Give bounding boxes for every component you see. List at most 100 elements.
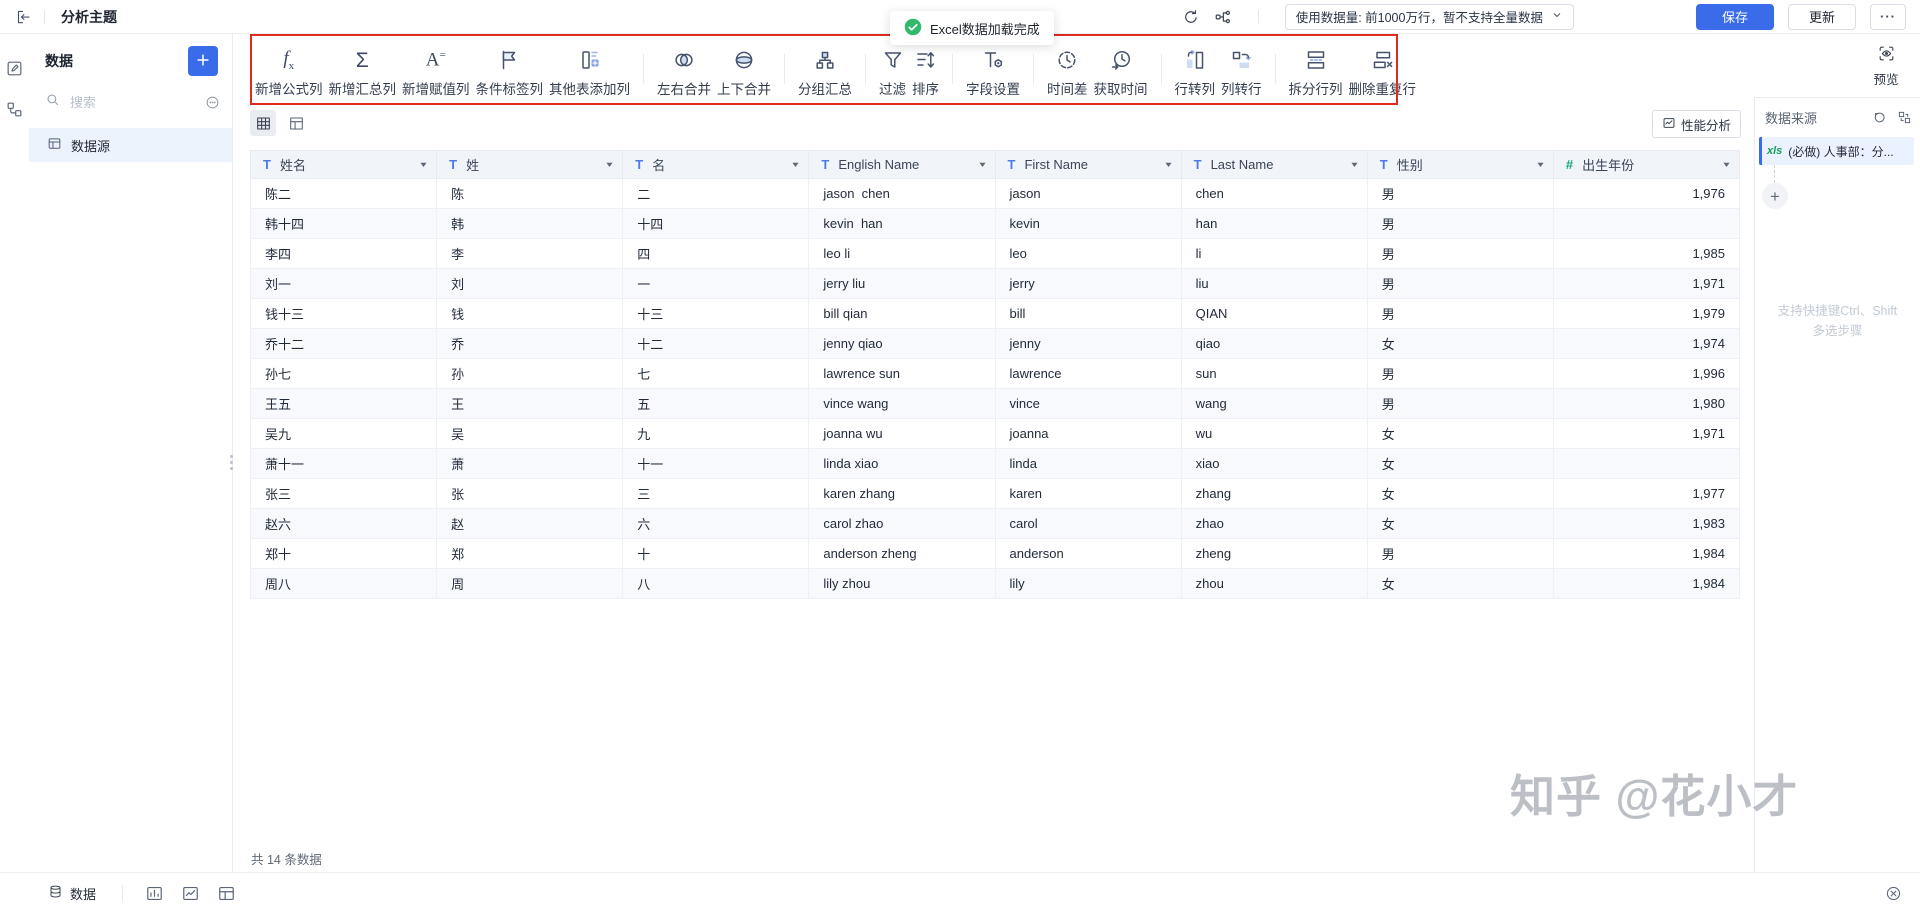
table-cell[interactable]: bill <box>994 298 1182 329</box>
column-header-8[interactable]: # 出生年份 <box>1552 150 1741 179</box>
table-cell[interactable]: vince <box>994 388 1182 419</box>
edit-panel-icon[interactable] <box>5 59 24 78</box>
table-cell[interactable]: jerry <box>994 268 1182 299</box>
table-cell[interactable]: zhou <box>1180 568 1368 599</box>
table-cell[interactable]: bill qian <box>808 298 996 329</box>
table-cell[interactable]: 周 <box>436 568 624 599</box>
table-cell[interactable]: 十二 <box>622 328 810 359</box>
table-cell[interactable]: kevin han <box>808 208 996 239</box>
table-cell[interactable]: jenny qiao <box>808 328 996 359</box>
table-cell[interactable]: 男 <box>1366 358 1554 389</box>
table-cell[interactable]: 十 <box>622 538 810 569</box>
column-header-5[interactable]: T First Name <box>994 150 1182 179</box>
column-menu-caret[interactable] <box>1536 160 1545 169</box>
table-cell[interactable]: 二 <box>622 178 810 209</box>
table-cell[interactable]: zheng <box>1180 538 1368 569</box>
search-input[interactable] <box>68 93 197 111</box>
table-cell[interactable]: wang <box>1180 388 1368 419</box>
table-cell[interactable]: 乔十二 <box>249 328 438 359</box>
column-menu-caret[interactable] <box>1722 160 1731 169</box>
table-cell[interactable]: jerry liu <box>808 268 996 299</box>
panel-resize-handle[interactable] <box>228 449 235 475</box>
column-menu-caret[interactable] <box>1350 160 1359 169</box>
performance-analysis-button[interactable]: 性能分析 <box>1652 110 1741 138</box>
column-header-6[interactable]: T Last Name <box>1180 150 1368 179</box>
table-cell[interactable]: 1,976 <box>1552 178 1741 209</box>
table-cell[interactable]: 男 <box>1366 298 1554 329</box>
table-cell[interactable]: carol zhao <box>808 508 996 539</box>
refresh-icon[interactable] <box>1182 8 1200 26</box>
table-cell[interactable]: 韩 <box>436 208 624 239</box>
toolbar-button-condition-tag-column[interactable]: 条件标签列 <box>476 46 543 98</box>
add-step-button[interactable]: + <box>1762 183 1788 209</box>
preview-button[interactable]: 预览 <box>1858 44 1914 88</box>
column-header-7[interactable]: T 性别 <box>1366 150 1554 179</box>
chart-frame-icon[interactable] <box>145 884 164 903</box>
table-cell[interactable]: 女 <box>1366 328 1554 359</box>
table-cell[interactable]: 孙七 <box>249 358 438 389</box>
table-cell[interactable]: 1,996 <box>1552 358 1741 389</box>
table-cell[interactable]: 韩十四 <box>249 208 438 239</box>
table-cell[interactable]: 刘一 <box>249 268 438 299</box>
table-cell[interactable]: wu <box>1180 418 1368 449</box>
table-cell[interactable]: anderson zheng <box>808 538 996 569</box>
table-cell[interactable]: 1,974 <box>1552 328 1741 359</box>
column-menu-caret[interactable] <box>978 160 987 169</box>
table-cell[interactable]: kevin <box>994 208 1182 239</box>
toolbar-button-join-up-down[interactable]: 上下合并 <box>717 46 771 98</box>
table-cell[interactable]: 李 <box>436 238 624 269</box>
toolbar-button-column-to-row[interactable]: 列转行 <box>1221 46 1262 98</box>
toolbar-button-add-assign-column[interactable]: A= 新增赋值列 <box>402 46 470 98</box>
table-cell[interactable]: 1,984 <box>1552 538 1741 569</box>
table-cell[interactable]: karen <box>994 478 1182 509</box>
table-cell[interactable]: 王 <box>436 388 624 419</box>
bottom-tab-data[interactable]: 数据 <box>48 884 96 903</box>
table-cell[interactable]: 吴九 <box>249 418 438 449</box>
table-cell[interactable]: qiao <box>1180 328 1368 359</box>
toolbar-button-join-left-right[interactable]: 左右合并 <box>657 46 711 98</box>
column-menu-caret[interactable] <box>605 160 614 169</box>
circle-more-icon[interactable] <box>205 95 220 110</box>
column-menu-caret[interactable] <box>791 160 800 169</box>
table-cell[interactable]: han <box>1180 208 1368 239</box>
table-cell[interactable]: 1,980 <box>1552 388 1741 419</box>
table-cell[interactable]: 十四 <box>622 208 810 239</box>
table-cell[interactable]: 1,984 <box>1552 568 1741 599</box>
table-cell[interactable]: 男 <box>1366 238 1554 269</box>
table-cell[interactable]: sun <box>1180 358 1368 389</box>
toolbar-button-remove-duplicate-rows[interactable]: 删除重复行 <box>1349 46 1416 98</box>
table-cell[interactable]: 孙 <box>436 358 624 389</box>
relation-icon[interactable] <box>1897 110 1912 125</box>
table-cell[interactable]: carol <box>994 508 1182 539</box>
table-cell[interactable]: leo <box>994 238 1182 269</box>
table-cell[interactable]: 五 <box>622 388 810 419</box>
line-frame-icon[interactable] <box>181 884 200 903</box>
table-cell[interactable]: vince wang <box>808 388 996 419</box>
toolbar-button-get-time[interactable]: 获取时间 <box>1094 46 1148 98</box>
table-cell[interactable]: 男 <box>1366 388 1554 419</box>
table-cell[interactable]: 刘 <box>436 268 624 299</box>
table-cell[interactable]: 赵六 <box>249 508 438 539</box>
table-cell[interactable]: linda <box>994 448 1182 479</box>
refresh-source-icon[interactable] <box>1872 110 1887 125</box>
toolbar-button-add-formula-column[interactable]: fx 新增公式列 <box>255 46 323 98</box>
table-cell[interactable]: anderson <box>994 538 1182 569</box>
panel-view-button[interactable] <box>283 110 309 136</box>
table-cell[interactable]: 周八 <box>249 568 438 599</box>
table-cell[interactable]: lily zhou <box>808 568 996 599</box>
table-cell[interactable]: 八 <box>622 568 810 599</box>
table-cell[interactable]: 李四 <box>249 238 438 269</box>
table-cell[interactable]: 女 <box>1366 568 1554 599</box>
toolbar-button-filter[interactable]: 过滤 <box>879 46 906 98</box>
column-menu-caret[interactable] <box>419 160 428 169</box>
grid-view-button[interactable] <box>250 110 276 136</box>
toolbar-button-add-column-from-other-table[interactable]: 其他表添加列 <box>549 46 630 98</box>
toolbar-button-split-row-column[interactable]: 拆分行列 <box>1289 46 1343 98</box>
table-cell[interactable]: 赵 <box>436 508 624 539</box>
table-cell[interactable]: 钱 <box>436 298 624 329</box>
table-cell[interactable]: 1,983 <box>1552 508 1741 539</box>
column-header-3[interactable]: T名 <box>622 150 810 179</box>
table-cell[interactable]: lawrence sun <box>808 358 996 389</box>
table-cell[interactable]: li <box>1180 238 1368 269</box>
table-cell[interactable]: 乔 <box>436 328 624 359</box>
